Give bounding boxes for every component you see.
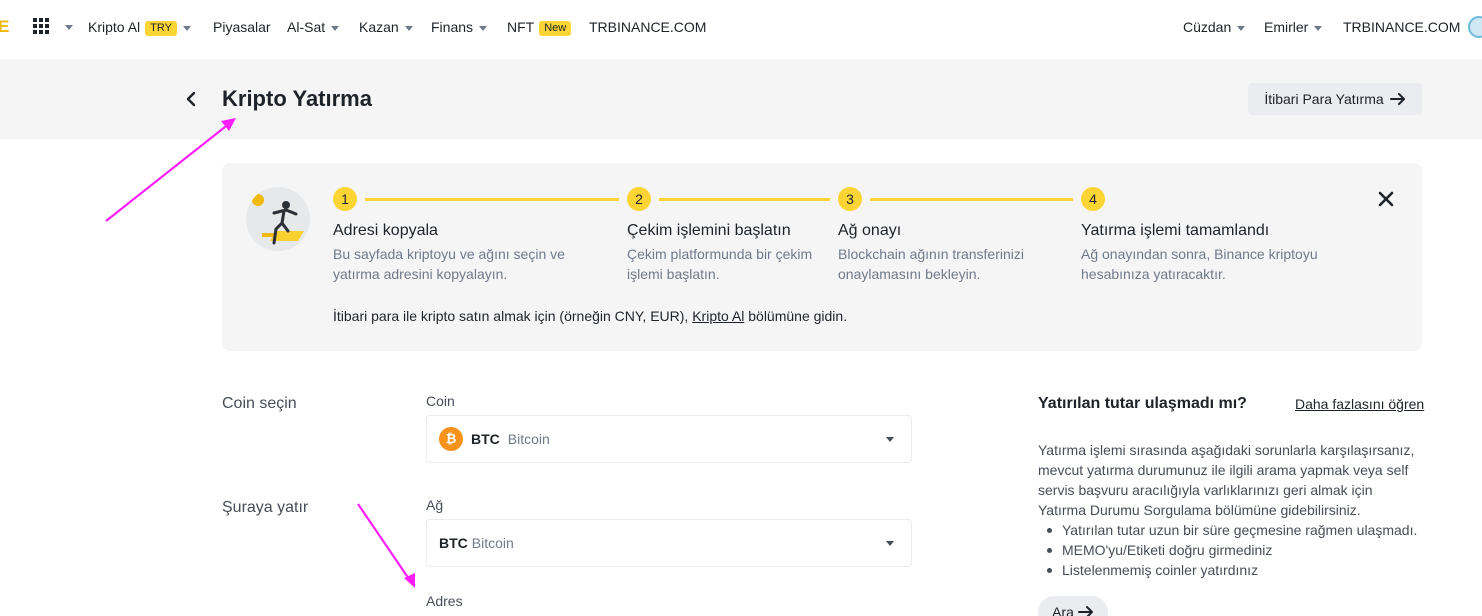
step-3-title: Ağ onayı (838, 222, 902, 239)
top-navigation: E Kripto Al TRY Piyasalar Al-Sat Kazan Fi… (0, 0, 1482, 56)
step-2-description: Çekim platformunda bir çekim işlemi başl… (627, 244, 812, 284)
step-1-title: Adresi kopyala (333, 222, 438, 239)
step-4-title: Yatırma işlemi tamamlandı (1081, 222, 1270, 239)
address-label: Adres (426, 593, 463, 609)
currency-badge: TRY (145, 21, 177, 36)
arrow-right-icon (1077, 606, 1093, 616)
nav-earn-label: Kazan (359, 19, 399, 35)
step-connector (659, 198, 830, 201)
learn-more-link[interactable]: Daha fazlasını öğren (1295, 396, 1424, 412)
coin-symbol: BTC (471, 431, 500, 447)
binance-logo[interactable]: E (0, 17, 9, 37)
help-description: Yatırma işlemi sırasında aşağıdaki sorun… (1038, 440, 1428, 520)
step-2-desc-line: işlemi başlatın. (627, 266, 720, 282)
step-connector (365, 198, 619, 201)
network-field-label: Ağ (426, 497, 444, 513)
help-title: Yatırılan tutar ulaşmadı mı? (1038, 395, 1247, 412)
chevron-down-icon[interactable] (65, 25, 73, 30)
network-select[interactable]: BTC Bitcoin (426, 519, 912, 567)
network-name: Bitcoin (471, 535, 514, 551)
fiat-note-text: İtibari para ile kripto satın almak için… (333, 308, 693, 324)
avatar[interactable] (1468, 16, 1482, 38)
nav-earn[interactable]: Kazan (359, 19, 413, 35)
deposit-illustration (246, 187, 310, 251)
nav-orders[interactable]: Emirler (1264, 19, 1323, 35)
step-4-description: Ağ onayından sonra, Binance kriptoyu hes… (1081, 244, 1318, 284)
dropdown-caret-icon (886, 437, 894, 442)
nav-wallet-label: Cüzdan (1183, 19, 1232, 35)
nav-site-link[interactable]: TRBINANCE.COM (589, 19, 706, 35)
fiat-note-text-end: bölümüne gidin. (744, 308, 848, 324)
nav-buy-crypto[interactable]: Kripto Al TRY (88, 19, 191, 36)
nav-finance-label: Finans (431, 19, 474, 35)
search-button[interactable]: Ara (1038, 596, 1108, 616)
fiat-deposit-label: İtibari Para Yatırma (1264, 91, 1384, 107)
nav-trade-label: Al-Sat (287, 19, 326, 35)
step-1-desc-line: Bu sayfada kriptoyu ve ağını seçin ve (333, 246, 565, 262)
step-4-number: 4 (1081, 187, 1105, 211)
step-4-desc-line: Ağ onayından sonra, Binance kriptoyu (1081, 246, 1318, 262)
bitcoin-icon: ₿ (439, 427, 463, 451)
fiat-note: İtibari para ile kripto satın almak için… (333, 308, 847, 324)
list-item: MEMO'yu/Etiketi doğru girmediniz (1044, 540, 1417, 560)
step-1-desc-line: yatırma adresini kopyalayın. (333, 266, 508, 282)
list-item: Listelenmemiş coinler yatırdınız (1044, 560, 1417, 580)
fiat-deposit-button[interactable]: İtibari Para Yatırma (1248, 83, 1422, 115)
nav-finance[interactable]: Finans (431, 19, 488, 35)
help-text-line: servis başvuru aracılığıyla varlıklarını… (1038, 482, 1373, 498)
nav-orders-label: Emirler (1264, 19, 1309, 35)
nav-site-link-right[interactable]: TRBINANCE.COM (1343, 19, 1460, 35)
step-4-desc-line: hesabınıza yatıracaktır. (1081, 266, 1226, 282)
nav-buy-crypto-label: Kripto Al (88, 19, 141, 35)
person-illustration-icon (252, 194, 304, 245)
chevron-down-icon (404, 25, 413, 31)
chevron-down-icon (1314, 25, 1323, 31)
step-1-number: 1 (333, 187, 357, 211)
help-text-line: mevcut yatırma durumunuz ile ilgili aram… (1038, 462, 1409, 478)
deposit-to-label: Şuraya yatır (222, 499, 309, 516)
network-symbol: BTC (439, 535, 468, 551)
arrow-right-icon (1389, 93, 1405, 105)
step-connector (870, 198, 1073, 201)
annotation-arrow-icon (357, 503, 415, 588)
chevron-down-icon (182, 25, 191, 31)
chevron-down-icon (479, 25, 488, 31)
search-button-label: Ara (1052, 604, 1074, 616)
nav-nft-label: NFT (507, 19, 535, 35)
nav-markets[interactable]: Piyasalar (213, 19, 271, 35)
step-2-title: Çekim işlemini başlatın (627, 222, 791, 239)
page-title: Kripto Yatırma (222, 86, 372, 111)
list-item: Yatırılan tutar uzun bir süre geçmesine … (1044, 520, 1417, 540)
coin-select[interactable]: ₿ BTC Bitcoin (426, 415, 912, 463)
coin-field-label: Coin (426, 393, 455, 409)
back-arrow-icon[interactable] (183, 90, 199, 108)
close-icon[interactable] (1377, 190, 1395, 208)
chevron-down-icon (1237, 25, 1246, 31)
help-issue-list: Yatırılan tutar uzun bir süre geçmesine … (1044, 520, 1417, 580)
nav-nft[interactable]: NFT New (507, 19, 572, 36)
buy-crypto-link[interactable]: Kripto Al (692, 308, 744, 324)
chevron-down-icon (331, 25, 340, 31)
help-text-line: Yatırma Durumu Sorgulama bölümüne gidebi… (1038, 502, 1361, 518)
dropdown-caret-icon (886, 541, 894, 546)
coin-name: Bitcoin (507, 431, 550, 447)
nav-trade[interactable]: Al-Sat (287, 19, 340, 35)
apps-grid-icon[interactable] (33, 18, 49, 34)
step-1-description: Bu sayfada kriptoyu ve ağını seçin ve ya… (333, 244, 565, 284)
step-2-desc-line: Çekim platformunda bir çekim (627, 246, 813, 262)
new-badge: New (539, 21, 572, 36)
step-3-desc-line: onaylamasını bekleyin. (838, 266, 981, 282)
select-coin-label: Coin seçin (222, 395, 297, 412)
step-3-description: Blockchain ağının transferinizi onaylama… (838, 244, 1024, 284)
nav-wallet[interactable]: Cüzdan (1183, 19, 1246, 35)
help-text-line: Yatırma işlemi sırasında aşağıdaki sorun… (1038, 442, 1415, 458)
step-3-desc-line: Blockchain ağının transferinizi (838, 246, 1024, 262)
step-3-number: 3 (838, 187, 862, 211)
step-2-number: 2 (627, 187, 651, 211)
